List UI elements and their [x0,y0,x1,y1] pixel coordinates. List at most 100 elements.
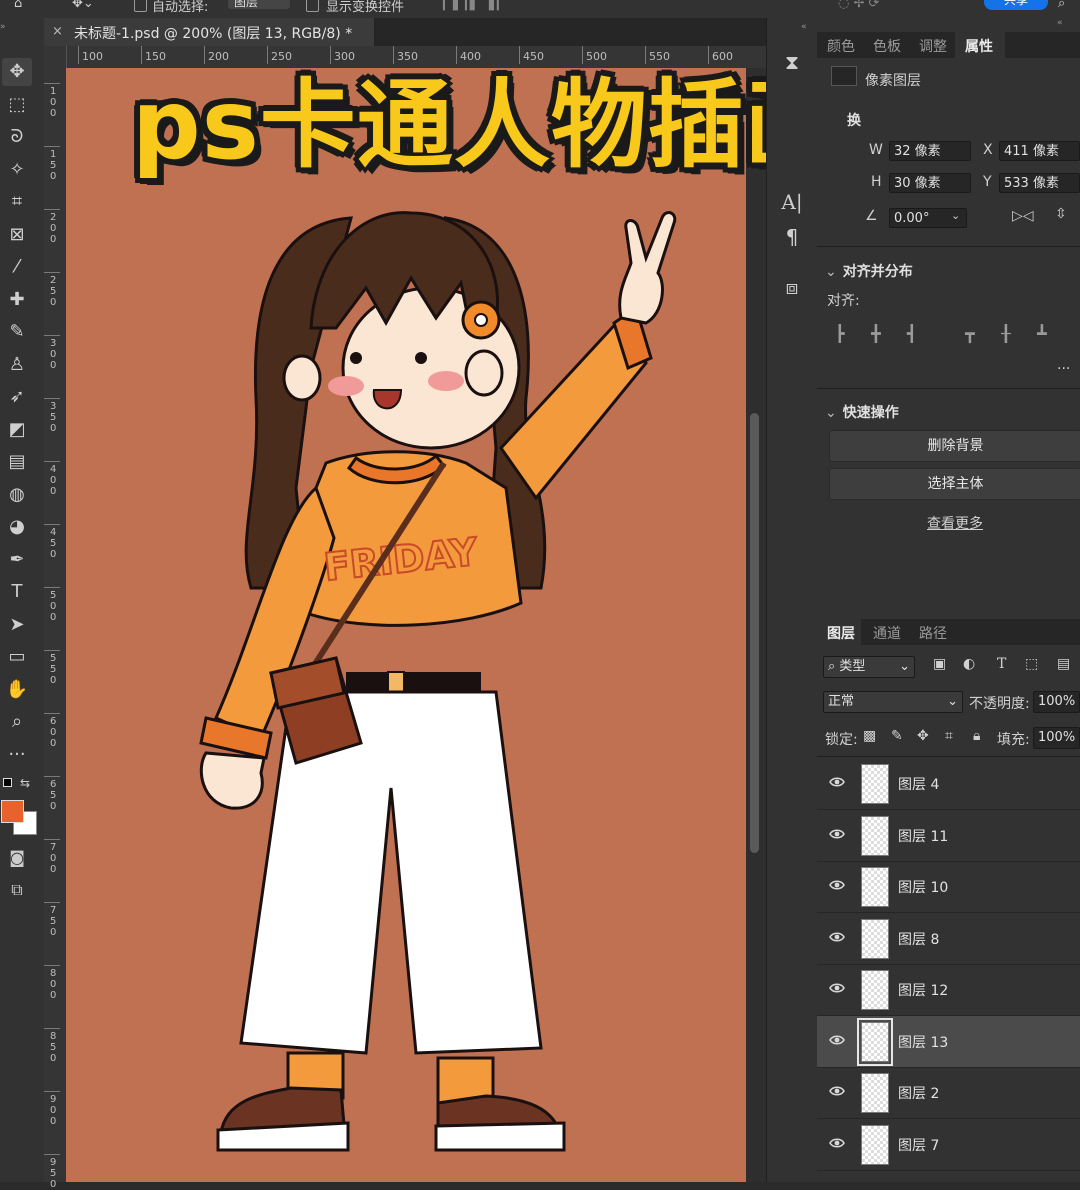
layer-thumbnail[interactable] [861,764,889,804]
layer-name[interactable]: 图层 7 [898,1135,939,1155]
quick-actions-header[interactable]: ⌄ 快速操作 [825,402,899,422]
x-field[interactable]: 411 像素 [999,141,1080,161]
auto-select-dropdown[interactable]: 图层 [228,0,290,9]
eye-icon[interactable] [829,1084,845,1098]
blur-tool-icon[interactable]: ◍ [2,481,32,509]
foreground-color-swatch[interactable] [1,800,24,823]
layer-thumbnail[interactable] [861,867,889,907]
marquee-tool-icon[interactable]: ⬚ [2,91,32,119]
lasso-tool-icon[interactable]: ᘐ [2,123,32,151]
layer-row[interactable]: 图层 7 [817,1119,1080,1171]
align-options-icon[interactable]: ┃▐ ┃▌ ▐┃ [440,0,502,11]
rectangle-tool-icon[interactable]: ▭ [2,643,32,671]
fill-field[interactable]: 100% [1033,727,1080,749]
paragraph-panel-icon[interactable]: ¶ [777,223,807,251]
eye-icon[interactable] [829,1136,845,1150]
eye-icon[interactable] [829,930,845,944]
document-canvas[interactable]: FRIDAY [66,68,746,1182]
lock-image-icon[interactable]: ✎ [891,728,903,744]
layer-filter-dropdown[interactable]: ⌕ 类型 ⌄ [823,656,915,678]
crop-tool-icon[interactable]: ⌗ [2,188,32,216]
more-tools-icon[interactable]: ··· [2,741,32,769]
collapse-panel-icon[interactable]: « [1057,18,1063,28]
lock-artboard-icon[interactable]: ⌗ [945,728,953,744]
share-button[interactable]: 共享 [984,0,1048,10]
layer-thumbnail[interactable] [861,918,889,959]
layer-thumbnail[interactable] [861,815,889,856]
layer-name[interactable]: 图层 11 [898,826,948,846]
eyedropper-icon[interactable]: ⁄ [2,253,32,281]
filter-type-icon[interactable]: T [997,656,1006,672]
blend-mode-dropdown[interactable]: 正常 ⌄ [823,691,963,713]
layer-row[interactable]: 图层 4 [817,758,1080,810]
angle-dropdown-chevron-icon[interactable]: ⌄ [951,209,960,222]
tab-properties[interactable]: 属性 [965,36,993,56]
layer-row[interactable]: 图层 13 [817,1015,1080,1068]
brush-tool-icon[interactable]: ✎ [2,318,32,346]
filter-shape-icon[interactable]: ⬚ [1025,656,1038,672]
eye-icon[interactable] [829,1033,845,1047]
zoom-tool-icon[interactable]: ⌕ [2,708,32,736]
tab-paths[interactable]: 路径 [919,623,947,643]
layer-row[interactable]: 图层 2 [817,1067,1080,1119]
layer-name[interactable]: 图层 13 [898,1032,948,1052]
pen-tool-icon[interactable]: ✒ [2,546,32,574]
libraries-panel-icon[interactable]: ⧈ [777,273,807,301]
height-field[interactable]: 30 像素 [889,173,971,193]
history-panel-icon[interactable]: ⧗ [777,48,807,76]
search-icon[interactable]: ⌕ [1058,0,1065,11]
type-tool-icon[interactable]: T [2,578,32,606]
dodge-tool-icon[interactable]: ◕ [2,513,32,541]
more-options-icon[interactable]: ··· [1057,361,1070,377]
align-h-center-icon[interactable]: ╋ [871,324,881,343]
lock-transparent-icon[interactable]: ▩ [863,728,876,744]
layer-thumbnail[interactable] [861,970,889,1010]
width-field[interactable]: 32 像素 [889,141,971,161]
tab-layers[interactable]: 图层 [827,623,855,643]
close-tab-icon[interactable]: × [52,24,63,39]
filter-adjustment-icon[interactable]: ◐ [963,656,975,672]
clone-stamp-icon[interactable]: ♙ [2,351,32,379]
filter-smart-object-icon[interactable]: ▤ [1057,656,1070,672]
vertical-ruler[interactable]: 100 150 200 250 300 350 400 450 500 550 600 650 700 7… [44,46,67,1190]
layer-name[interactable]: 图层 12 [898,980,948,1000]
align-left-icon[interactable]: ┣ [835,324,845,343]
layer-row[interactable]: 图层 8 [817,913,1080,965]
eye-icon[interactable] [829,878,845,892]
layer-row[interactable]: 图层 11 [817,810,1080,862]
document-tab[interactable]: × 未标题-1.psd @ 200% (图层 13, RGB/8) * [44,18,375,46]
path-selection-icon[interactable]: ➤ [2,611,32,639]
layer-thumbnail[interactable] [857,1017,893,1066]
select-subject-button[interactable]: 选择主体 [829,468,1080,500]
move-tool-icon[interactable]: ✥ [2,58,32,86]
eye-icon[interactable] [829,775,845,789]
layer-thumbnail[interactable] [861,1073,889,1113]
canvas-vertical-scrollbar[interactable] [746,68,766,1182]
magic-wand-icon[interactable]: ✧ [2,156,32,184]
flip-vertical-icon[interactable]: ⇳ [1055,206,1067,222]
flip-horizontal-icon[interactable]: ▷◁ [1012,208,1034,224]
hand-tool-icon[interactable]: ✋ [2,676,32,704]
layer-name[interactable]: 图层 8 [898,929,939,949]
home-icon[interactable]: ⌂ [14,0,22,11]
auto-select-checkbox[interactable] [134,0,147,12]
quick-mask-icon[interactable]: ◙ [6,848,28,867]
layer-row[interactable]: 图层 10 [817,861,1080,913]
scrollbar-thumb[interactable] [750,413,759,853]
align-section-header[interactable]: ⌄ 对齐并分布 [825,261,913,281]
move-options-icon[interactable]: ✥⌄ [72,0,94,11]
horizontal-ruler[interactable]: 100 150 200 250 300 350 400 450 500 550 600 [66,46,766,69]
eye-icon[interactable] [829,981,845,995]
remove-background-button[interactable]: 删除背景 [829,430,1080,462]
layer-name[interactable]: 图层 4 [898,774,939,794]
tab-color[interactable]: 颜色 [827,36,855,56]
lock-position-icon[interactable]: ✥ [917,728,929,744]
tab-swatches[interactable]: 色板 [873,36,901,56]
align-bottom-icon[interactable]: ┻ [1037,324,1047,343]
eraser-tool-icon[interactable]: ◩ [2,416,32,444]
gradient-tool-icon[interactable]: ▤ [2,448,32,476]
character-panel-icon[interactable]: A| [777,188,807,216]
opacity-field[interactable]: 100% [1033,691,1080,713]
healing-brush-icon[interactable]: ✚ [2,286,32,314]
lock-all-icon[interactable]: 🔒︎ [973,728,980,744]
